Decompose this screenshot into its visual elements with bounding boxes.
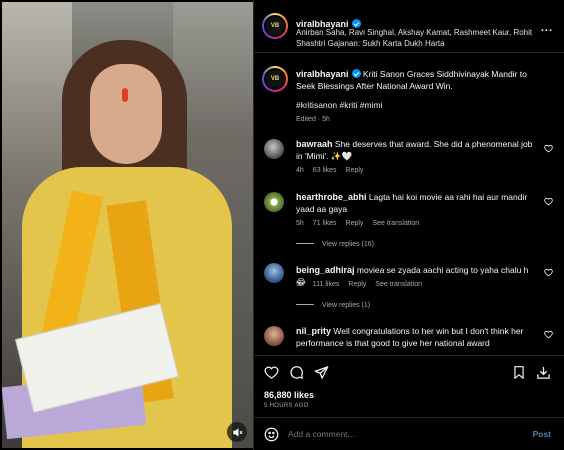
commenter-username[interactable]: hearthrobe_abhi	[296, 192, 367, 202]
comment-text: hearthrobe_abhi Lagta hai koi movie aa r…	[296, 191, 536, 215]
reply-button[interactable]: Reply	[346, 167, 364, 174]
download-icon[interactable]	[536, 365, 551, 380]
comment-time: 5h	[296, 281, 304, 288]
like-heart-icon[interactable]	[264, 365, 279, 380]
view-replies-button[interactable]: View replies (1)	[296, 302, 370, 309]
video-figure-face	[90, 64, 162, 164]
caption-hashtags[interactable]: #kritisanon #kriti #mimi	[296, 100, 382, 110]
reply-button[interactable]: Reply	[346, 220, 364, 227]
emoji-icon[interactable]	[264, 427, 279, 442]
comment-text: nil_prity Well congratulations to her wi…	[296, 325, 536, 349]
more-options-button[interactable]: ...	[541, 22, 553, 34]
comment-time: 5h	[296, 220, 304, 227]
post-sidebar: VB viralbhayani Anirban Saha, Ravi Singh…	[253, 0, 564, 450]
like-comment-heart-icon[interactable]	[544, 197, 553, 206]
comment-text: bawraah She deserves that award. She did…	[296, 138, 536, 162]
comment-likes[interactable]: 111 likes	[313, 281, 340, 288]
see-translation-button[interactable]: See translation	[372, 220, 419, 227]
post-time-ago: 5 HOURS AGO	[264, 403, 309, 409]
comment-meta: 5h 111 likes Reply See translation	[296, 281, 431, 288]
likes-count[interactable]: 86,880 likes	[264, 390, 314, 400]
like-comment-heart-icon[interactable]	[544, 144, 553, 153]
commenter-avatar[interactable]	[264, 192, 284, 212]
comment-meta: 5h 71 likes Reply See translation	[296, 220, 428, 227]
speaker-muted-icon	[232, 427, 242, 437]
add-comment-bar: Post	[254, 417, 564, 450]
video-figure-tilak	[122, 88, 128, 102]
comment-time: 4h	[296, 167, 304, 174]
comment-body: Well congratulations to her win but I do…	[296, 326, 524, 348]
like-comment-heart-icon[interactable]	[544, 268, 553, 277]
post-comment-button[interactable]: Post	[533, 429, 551, 439]
commenter-avatar[interactable]	[264, 139, 284, 159]
tagged-people[interactable]: Anirban Saha, Ravi Singhal, Akshay Kamat…	[296, 27, 546, 49]
caption-text: viralbhayani Kriti Sanon Graces Siddhivi…	[296, 68, 546, 92]
caption-author-avatar[interactable]: VB	[262, 66, 288, 92]
reply-button[interactable]: Reply	[348, 281, 366, 288]
caption-username[interactable]: viralbhayani	[296, 69, 349, 79]
avatar-logo-icon: VB	[270, 76, 280, 82]
post-actions: 86,880 likes 5 HOURS AGO Post	[254, 355, 564, 450]
see-translation-button[interactable]: See translation	[375, 281, 422, 288]
commenter-username[interactable]: nil_prity	[296, 326, 331, 336]
comment-likes[interactable]: 71 likes	[313, 220, 337, 227]
commenter-avatar[interactable]	[264, 326, 284, 346]
share-send-icon[interactable]	[314, 365, 329, 380]
caption-meta: Edited · 5h	[296, 116, 330, 123]
mute-button[interactable]	[227, 422, 247, 442]
comment-bubble-icon[interactable]	[289, 365, 304, 380]
view-replies-button[interactable]: View replies (16)	[296, 241, 374, 248]
add-comment-input[interactable]	[288, 429, 488, 439]
comment-likes[interactable]: 63 likes	[313, 167, 337, 174]
post-video[interactable]	[2, 2, 253, 448]
avatar-logo-icon: VB	[270, 23, 280, 29]
commenter-username[interactable]: bawraah	[296, 139, 333, 149]
verified-badge-icon	[351, 69, 361, 78]
commenter-avatar[interactable]	[264, 263, 284, 283]
author-avatar[interactable]: VB	[262, 13, 288, 39]
instagram-post-modal: VB viralbhayani Anirban Saha, Ravi Singh…	[0, 0, 564, 450]
save-bookmark-icon[interactable]	[512, 365, 526, 380]
commenter-username[interactable]: being_adhiraj	[296, 265, 355, 275]
post-header: VB viralbhayani Anirban Saha, Ravi Singh…	[254, 0, 564, 53]
like-comment-heart-icon[interactable]	[544, 330, 553, 339]
comment-meta: 4h 63 likes Reply	[296, 167, 372, 174]
